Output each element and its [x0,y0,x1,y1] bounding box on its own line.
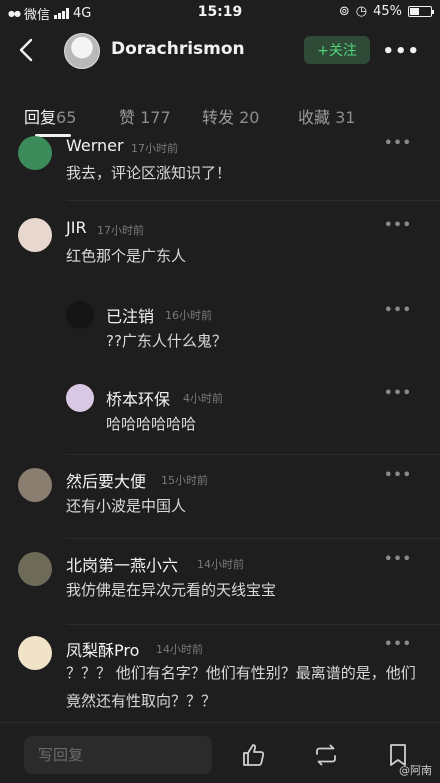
commenter-name[interactable]: 北岗第一燕小六 [66,552,178,576]
status-right: ⊚ ◷ 45% [338,4,434,19]
comment-time: 17小时前 [97,224,144,237]
rotation-lock-icon: ⊚ [338,4,350,19]
comment-text: 哈哈哈哈哈哈 [106,415,197,433]
comment-text: 还有小波是中国人 [66,497,187,515]
commenter-avatar[interactable] [18,218,52,252]
comment-list[interactable]: Werner 17小时前 ••• 我去，评论区涨知识了！ JIR 17小时前 •… [0,132,440,722]
commenter-name[interactable]: 然后要大便 [66,468,146,492]
comment-more-icon[interactable]: ••• [384,637,412,652]
tab-label: 回复 [24,108,57,127]
commenter-avatar[interactable] [18,636,52,670]
back-arrow-icon[interactable] [14,36,42,64]
commenter-name[interactable]: 已注销 [106,303,154,327]
header: Dorachrismon +关注 ••• [0,26,440,76]
follow-button[interactable]: +关注 [304,36,370,64]
commenter-name[interactable]: Werner [66,136,124,155]
comment-time: 14小时前 [156,643,203,656]
comment-time: 17小时前 [131,142,178,155]
comment-item[interactable]: Werner 17小时前 ••• 我去，评论区涨知识了！ [0,132,440,201]
tab-count: 20 [239,108,260,127]
comment-more-icon[interactable]: ••• [384,468,412,483]
commenter-name[interactable]: 桥本环保 [106,386,170,410]
user-name[interactable]: Dorachrismon [111,39,245,59]
commenter-avatar[interactable] [18,136,52,170]
watermark: @阿南 [399,764,432,777]
tab-reposts[interactable]: 转发 20 [202,104,259,128]
like-icon[interactable] [240,741,268,769]
comment-time: 16小时前 [165,309,212,322]
comment-more-icon[interactable]: ••• [384,136,412,151]
comment-more-icon[interactable]: ••• [384,386,412,401]
comment-item[interactable]: 北岗第一燕小六 14小时前 ••• 我仿佛是在异次元看的天线宝宝 [0,538,440,625]
user-avatar[interactable] [64,33,100,69]
status-bar: ●● 微信 4G 15:19 ⊚ ◷ 45% [0,0,440,26]
tab-count: 65 [56,108,77,127]
comment-more-icon[interactable]: ••• [384,218,412,233]
commenter-avatar[interactable] [66,301,94,329]
reply-item[interactable]: 桥本环保 4小时前 ••• 哈哈哈哈哈哈 [0,368,440,455]
tab-bar: 回复65 赞 177 转发 20 收藏 31 [0,98,440,137]
comment-item[interactable]: 然后要大便 15小时前 ••• 还有小波是中国人 [0,454,440,539]
battery-icon [408,6,434,17]
comment-item[interactable]: 凤梨酥Pro 14小时前 ••• ？？？ 他们有名字？他们有性别？最离谱的是，他… [0,624,440,722]
repost-icon[interactable] [312,741,340,769]
commenter-avatar[interactable] [66,384,94,412]
battery-percent: 45% [373,4,402,19]
tab-label: 转发 [202,108,235,127]
tab-likes[interactable]: 赞 177 [119,104,171,128]
commenter-name[interactable]: JIR [66,218,87,237]
tab-replies[interactable]: 回复65 [24,104,76,128]
commenter-avatar[interactable] [18,468,52,502]
reply-input[interactable]: 写回复 [24,736,212,774]
tab-label: 赞 [119,108,136,127]
tab-count: 177 [140,108,171,127]
comment-text: 红色那个是广东人 [66,247,187,265]
tab-count: 31 [335,108,356,127]
commenter-avatar[interactable] [18,552,52,586]
commenter-name[interactable]: 凤梨酥Pro [66,637,139,661]
comment-text: 我仿佛是在异次元看的天线宝宝 [66,581,277,599]
comment-time: 14小时前 [197,558,244,571]
more-options-icon[interactable]: ••• [382,41,420,62]
reply-item[interactable]: 已注销 16小时前 ••• ??广东人什么鬼？ [0,284,440,368]
bottom-bar: 写回复 @阿南 [0,722,440,783]
alarm-icon: ◷ [355,4,368,19]
comment-text: ？？？ 他们有名字？他们有性别？最离谱的是，他们竟然还有性取向？？？ [66,664,416,710]
comment-more-icon[interactable]: ••• [384,303,412,318]
tab-favorites[interactable]: 收藏 31 [298,104,355,128]
comment-time: 15小时前 [161,474,208,487]
comment-time: 4小时前 [183,392,223,405]
comment-text: ??广东人什么鬼？ [106,332,227,350]
comment-more-icon[interactable]: ••• [384,552,412,567]
comment-text: 我去，评论区涨知识了！ [66,164,232,182]
comment-item[interactable]: JIR 17小时前 ••• 红色那个是广东人 [0,200,440,284]
tab-label: 收藏 [298,108,331,127]
